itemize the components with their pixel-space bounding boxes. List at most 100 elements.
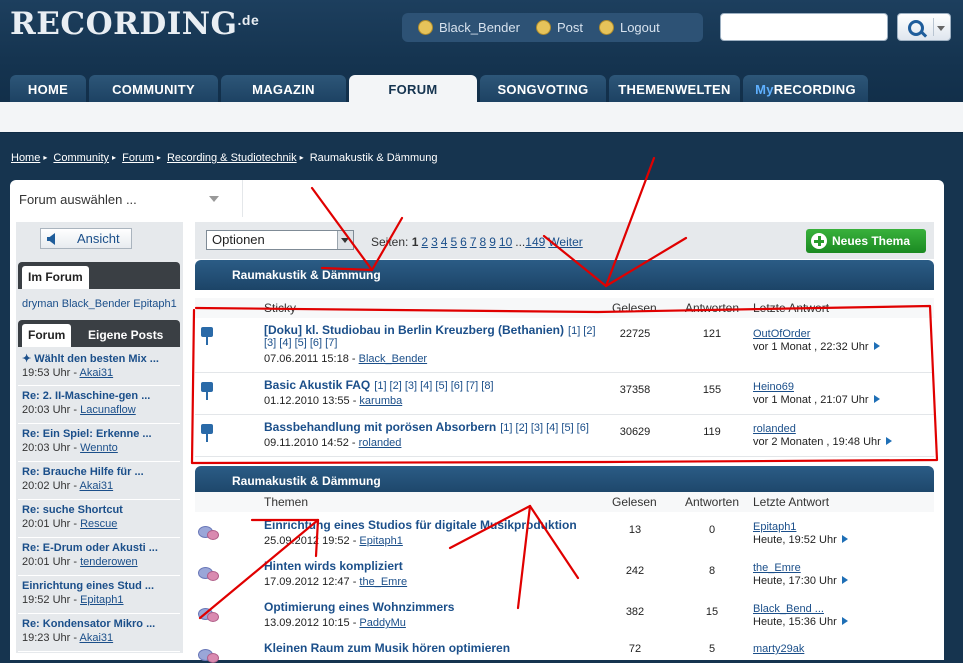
current-page: 1: [411, 235, 419, 249]
post-link[interactable]: Post: [535, 20, 583, 35]
user-profile-link[interactable]: Black_Bender: [418, 20, 520, 35]
nav-tab-home[interactable]: HOME: [10, 75, 86, 102]
page-link[interactable]: 8: [480, 235, 487, 249]
last-post-user-link[interactable]: the_Emre: [753, 562, 801, 574]
search-button[interactable]: [897, 13, 951, 41]
topic-date-text: 07.06.2011 15:18 -: [264, 353, 359, 365]
post-time: 19:52 Uhr -: [22, 594, 81, 606]
go-to-last-post-icon[interactable]: [841, 535, 848, 543]
topic-title-link[interactable]: Bassbehandlung mit porösen Absorbern [1] …: [264, 420, 589, 434]
col-last-reply: Letzte Antwort: [753, 495, 830, 509]
nav-tab-forum[interactable]: FORUM: [349, 75, 477, 103]
last-post-user: the_Emre: [753, 562, 801, 574]
post-author-link[interactable]: Akai31: [79, 480, 113, 492]
options-label: Optionen: [212, 232, 265, 247]
search-input[interactable]: [720, 13, 888, 41]
last-post-user-link[interactable]: Heino69: [753, 381, 794, 393]
go-to-last-post-icon[interactable]: [873, 342, 880, 350]
breadcrumb-forum[interactable]: Forum: [122, 152, 154, 164]
topic-author-link[interactable]: PaddyMu: [359, 617, 405, 629]
page-link[interactable]: 5: [450, 235, 457, 249]
topic-author-link[interactable]: Epitaph1: [359, 535, 402, 547]
go-to-last-post-icon[interactable]: [873, 395, 880, 403]
last-page-link[interactable]: 149: [525, 235, 545, 249]
page-link[interactable]: 4: [441, 235, 448, 249]
post-time: 20:03 Uhr -: [22, 442, 81, 454]
post-author-link[interactable]: tenderowen: [80, 556, 138, 568]
nav-tab-myrecording[interactable]: MyRECORDING: [743, 75, 868, 102]
post-title-link[interactable]: Re: suche Shortcut: [22, 500, 180, 516]
post-title-link[interactable]: Re: E-Drum oder Akusti ...: [22, 538, 180, 554]
page-link[interactable]: 9: [489, 235, 496, 249]
last-post-user-link[interactable]: Black_Bend ...: [753, 603, 824, 615]
topic-author-link[interactable]: rolanded: [359, 437, 402, 449]
go-to-last-post-icon[interactable]: [841, 576, 848, 584]
new-topic-button[interactable]: Neues Thema: [806, 229, 926, 253]
mail-icon: [535, 20, 551, 35]
page-link[interactable]: 3: [431, 235, 438, 249]
topic-pages-more[interactable]: [3] [4] [5] [6] [7]: [264, 337, 337, 349]
site-logo[interactable]: RECORDING.de: [10, 6, 259, 42]
last-post-user-link[interactable]: marty29ak: [753, 643, 804, 655]
topic-author-link[interactable]: the_Emre: [359, 576, 407, 588]
nav-tab-community[interactable]: COMMUNITY: [89, 75, 218, 102]
logout-link[interactable]: Logout: [598, 20, 660, 35]
post-title-link[interactable]: Re: Ein Spiel: Erkenne ...: [22, 424, 180, 440]
options-select[interactable]: Optionen: [206, 230, 354, 250]
post-author-link[interactable]: Akai31: [79, 632, 113, 644]
nav-tab-songvoting[interactable]: SONGVOTING: [480, 75, 606, 102]
my-suffix: RECORDING: [773, 82, 856, 97]
breadcrumb-community[interactable]: Community: [53, 152, 109, 164]
post-title-link[interactable]: ✦ Wählt den besten Mix ...: [22, 348, 180, 365]
table-row: Kleinen Raum zum Musik hören optimieren …: [195, 636, 934, 663]
new-topic-label: Neues Thema: [832, 234, 911, 248]
topic-pages[interactable]: [1] [2]: [568, 325, 596, 337]
post-title-link[interactable]: Re: 2. II-Maschine-gen ...: [22, 386, 180, 402]
breadcrumb-separator: ▸: [299, 153, 304, 162]
page-link[interactable]: 6: [460, 235, 467, 249]
topic-title-link[interactable]: Hinten wirds kompliziert: [264, 559, 403, 573]
list-item: Re: suche Shortcut 20:01 Uhr - Rescue: [18, 500, 180, 538]
breadcrumb-recording[interactable]: Recording & Studiotechnik: [167, 152, 297, 164]
nav-tab-themenwelten[interactable]: THEMENWELTEN: [609, 75, 740, 102]
last-post-time: vor 2 Monaten , 19:48 Uhr: [753, 436, 892, 448]
post-title-link[interactable]: Re: Kondensator Mikro ...: [22, 614, 180, 630]
post-title-link[interactable]: Re: Brauche Hilfe für ...: [22, 462, 180, 478]
post-title-link[interactable]: Einrichtung eines Stud ...: [22, 576, 180, 592]
tab-im-forum[interactable]: Im Forum: [22, 266, 89, 289]
go-to-last-post-icon[interactable]: [841, 617, 848, 625]
page-link[interactable]: 2: [421, 235, 428, 249]
topic-bubble-icon: [198, 608, 219, 622]
go-to-last-post-icon[interactable]: [885, 437, 892, 445]
topic-pages[interactable]: [1] [2] [3] [4] [5] [6] [7] [8]: [374, 380, 493, 392]
post-author-link[interactable]: Wennto: [80, 442, 118, 454]
chevron-down-icon[interactable]: [933, 18, 947, 36]
topic-title-link[interactable]: [Doku] kl. Studiobau in Berlin Kreuzberg…: [264, 323, 596, 337]
breadcrumb-separator: ▸: [43, 153, 48, 162]
topic-title-link[interactable]: Einrichtung eines Studios für digitale M…: [264, 518, 577, 532]
list-item: Re: E-Drum oder Akusti ... 20:01 Uhr - t…: [18, 538, 180, 576]
tab-forum[interactable]: Forum: [22, 324, 72, 347]
nav-tab-magazin[interactable]: MAGAZIN: [221, 75, 346, 102]
ansicht-button[interactable]: Ansicht: [40, 228, 132, 249]
last-post-user-link[interactable]: OutOfOrder: [753, 328, 810, 340]
post-author-link[interactable]: Akai31: [79, 367, 113, 379]
topic-title-link[interactable]: Optimierung eines Wohnzimmers: [264, 600, 454, 614]
topic-author-link[interactable]: karumba: [359, 395, 402, 407]
topic-pages[interactable]: [1] [2] [3] [4] [5] [6]: [500, 422, 589, 434]
tab-eigene-posts[interactable]: Eigene Posts: [82, 324, 169, 347]
topic-title-link[interactable]: Basic Akustik FAQ [1] [2] [3] [4] [5] [6]…: [264, 378, 494, 392]
im-forum-tabbar: Im Forum: [18, 262, 180, 289]
post-author-link[interactable]: Rescue: [80, 518, 117, 530]
last-post-time: Heute, 15:36 Uhr: [753, 616, 848, 628]
last-post-user-link[interactable]: Epitaph1: [753, 521, 796, 533]
breadcrumb-home[interactable]: Home: [11, 152, 40, 164]
page-link[interactable]: 7: [470, 235, 477, 249]
next-page-link[interactable]: Weiter: [548, 235, 582, 249]
post-author-link[interactable]: Epitaph1: [80, 594, 123, 606]
topic-author-link[interactable]: Black_Bender: [359, 353, 428, 365]
last-post-user-link[interactable]: rolanded: [753, 423, 796, 435]
post-author-link[interactable]: Lacunaflow: [80, 404, 136, 416]
forum-select-dropdown[interactable]: Forum auswählen ...: [10, 180, 243, 217]
page-link[interactable]: 10: [499, 235, 512, 249]
